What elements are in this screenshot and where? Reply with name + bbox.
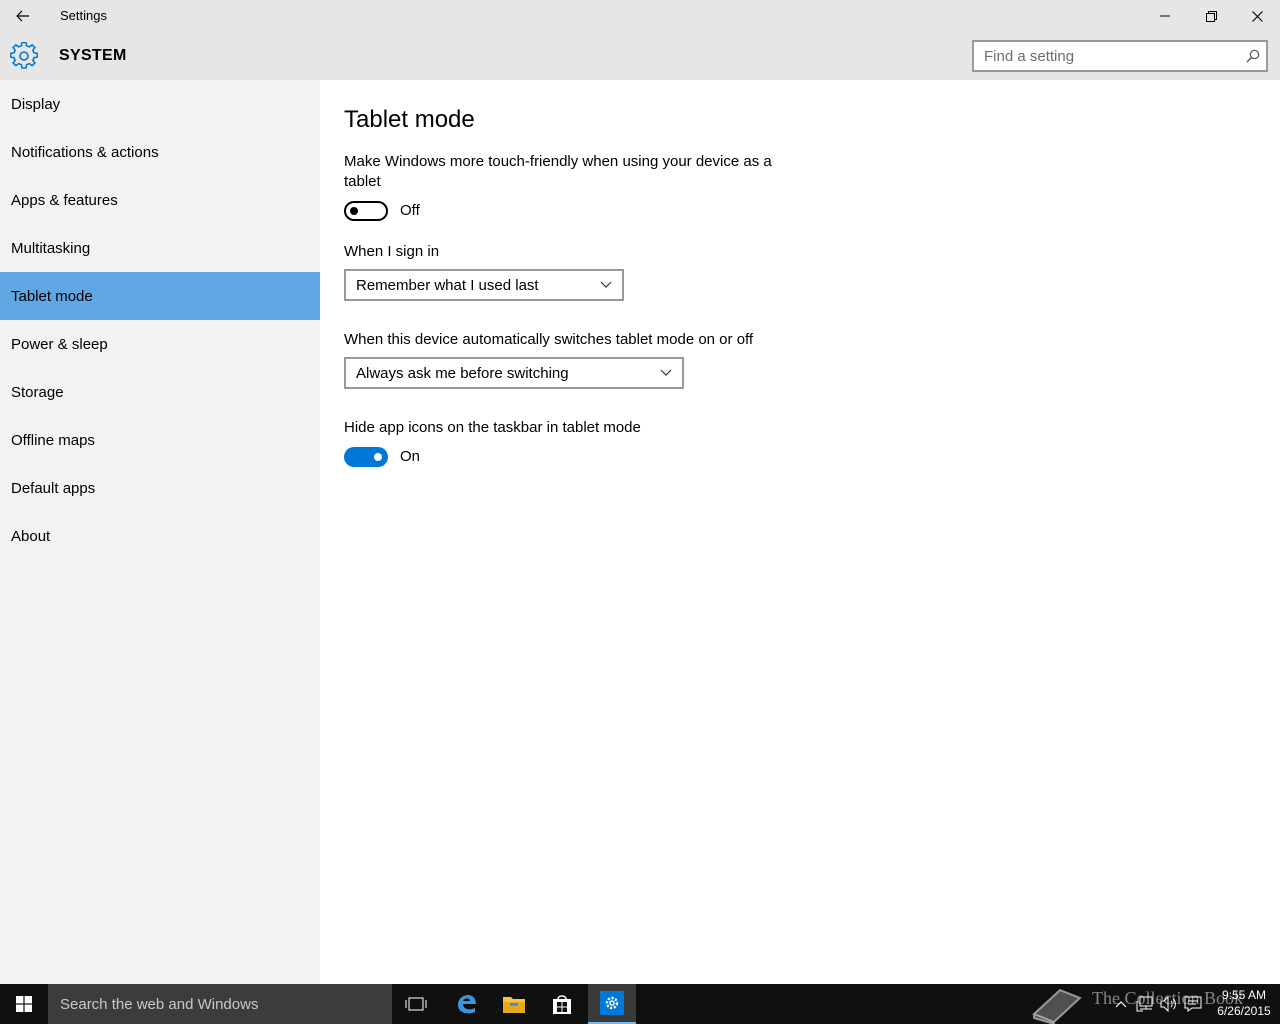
taskbar-search[interactable]: Search the web and Windows	[48, 984, 392, 1024]
find-setting-box[interactable]	[972, 40, 1268, 72]
sidebar-item-power-sleep[interactable]: Power & sleep	[0, 320, 320, 368]
close-button[interactable]	[1234, 0, 1280, 32]
taskbar: Search the web and Windows The Collectio…	[0, 984, 1280, 1024]
auto-switch-label: When this device automatically switches …	[344, 331, 754, 348]
chevron-down-icon	[600, 281, 612, 288]
action-center-button[interactable]	[1184, 995, 1202, 1013]
sidebar-item-notifications[interactable]: Notifications & actions	[0, 128, 320, 176]
title-bar: Settings	[0, 0, 1280, 32]
toggle-knob	[350, 207, 358, 215]
restore-icon	[1205, 10, 1217, 22]
volume-button[interactable]	[1160, 995, 1178, 1013]
file-explorer-button[interactable]	[490, 984, 538, 1024]
touch-friendly-description: Make Windows more touch-friendly when us…	[344, 153, 772, 190]
chevron-up-icon	[1115, 1001, 1127, 1008]
hide-icons-label: Hide app icons on the taskbar in tablet …	[344, 419, 641, 436]
app-title: Settings	[60, 8, 107, 23]
network-button[interactable]	[1136, 995, 1154, 1013]
minimize-button[interactable]	[1142, 0, 1188, 32]
auto-switch-dropdown[interactable]: Always ask me before switching	[344, 357, 684, 389]
network-icon	[1136, 996, 1153, 1012]
sign-in-selected: Remember what I used last	[356, 276, 539, 294]
sign-in-dropdown[interactable]: Remember what I used last	[344, 269, 624, 301]
sidebar-item-offline-maps[interactable]: Offline maps	[0, 416, 320, 464]
clock-date[interactable]: 6/26/2015	[1212, 1004, 1276, 1018]
edge-button[interactable]	[442, 984, 490, 1024]
auto-switch-selected: Always ask me before switching	[356, 364, 569, 382]
settings-header: SYSTEM	[0, 32, 1280, 80]
folder-icon	[503, 997, 525, 1013]
clock-time[interactable]: 9:55 AM	[1212, 988, 1276, 1002]
sidebar-item-label: About	[11, 527, 51, 545]
settings-app-icon	[600, 991, 624, 1015]
sidebar-item-label: Display	[11, 95, 61, 113]
start-button[interactable]	[0, 984, 48, 1024]
sidebar-item-multitasking[interactable]: Multitasking	[0, 224, 320, 272]
gear-icon	[605, 996, 619, 1010]
sidebar-item-label: Tablet mode	[11, 287, 93, 305]
settings-taskbar-button[interactable]	[588, 984, 636, 1024]
edge-icon	[458, 995, 476, 1014]
sidebar-item-storage[interactable]: Storage	[0, 368, 320, 416]
store-bag-icon	[553, 995, 571, 1014]
action-center-icon	[1184, 996, 1202, 1012]
sign-in-label: When I sign in	[344, 243, 440, 260]
sidebar-item-apps-features[interactable]: Apps & features	[0, 176, 320, 224]
sidebar-item-about[interactable]: About	[0, 512, 320, 560]
restore-button[interactable]	[1188, 0, 1234, 32]
find-setting-input[interactable]	[974, 42, 1234, 70]
sidebar-item-label: Notifications & actions	[11, 143, 159, 161]
sidebar-item-label: Offline maps	[11, 431, 95, 449]
toggle-knob	[374, 453, 382, 461]
minimize-icon	[1160, 15, 1170, 17]
touch-friendly-toggle[interactable]	[344, 201, 388, 221]
task-view-button[interactable]	[392, 984, 440, 1024]
sidebar-item-label: Multitasking	[11, 239, 91, 257]
store-button[interactable]	[538, 984, 586, 1024]
sidebar-item-display[interactable]: Display	[0, 80, 320, 128]
main-content: Tablet mode Make Windows more touch-frie…	[320, 80, 1280, 984]
hide-icons-toggle[interactable]	[344, 447, 388, 467]
gear-icon	[10, 42, 38, 69]
touch-friendly-state: Off	[400, 202, 420, 219]
sidebar-item-label: Default apps	[11, 479, 96, 497]
task-view-icon	[405, 997, 427, 1011]
show-hidden-icons-button[interactable]	[1112, 995, 1130, 1013]
chevron-down-icon	[660, 369, 672, 376]
back-button[interactable]	[0, 0, 46, 32]
windows-logo-icon	[16, 996, 32, 1012]
hide-icons-state: On	[400, 448, 421, 465]
speaker-icon	[1160, 996, 1176, 1012]
sidebar-item-label: Storage	[11, 383, 64, 401]
page-title: Tablet mode	[344, 106, 475, 133]
sidebar-item-default-apps[interactable]: Default apps	[0, 464, 320, 512]
close-icon	[1251, 10, 1263, 22]
back-arrow-icon	[16, 10, 29, 22]
sidebar-item-label: Power & sleep	[11, 335, 108, 353]
sidebar-item-tablet-mode[interactable]: Tablet mode	[0, 272, 320, 320]
sidebar-item-label: Apps & features	[11, 191, 118, 209]
search-icon[interactable]	[1246, 49, 1260, 63]
sidebar: Display Notifications & actions Apps & f…	[0, 80, 320, 984]
taskbar-search-placeholder: Search the web and Windows	[60, 995, 259, 1013]
section-title: SYSTEM	[59, 47, 127, 64]
